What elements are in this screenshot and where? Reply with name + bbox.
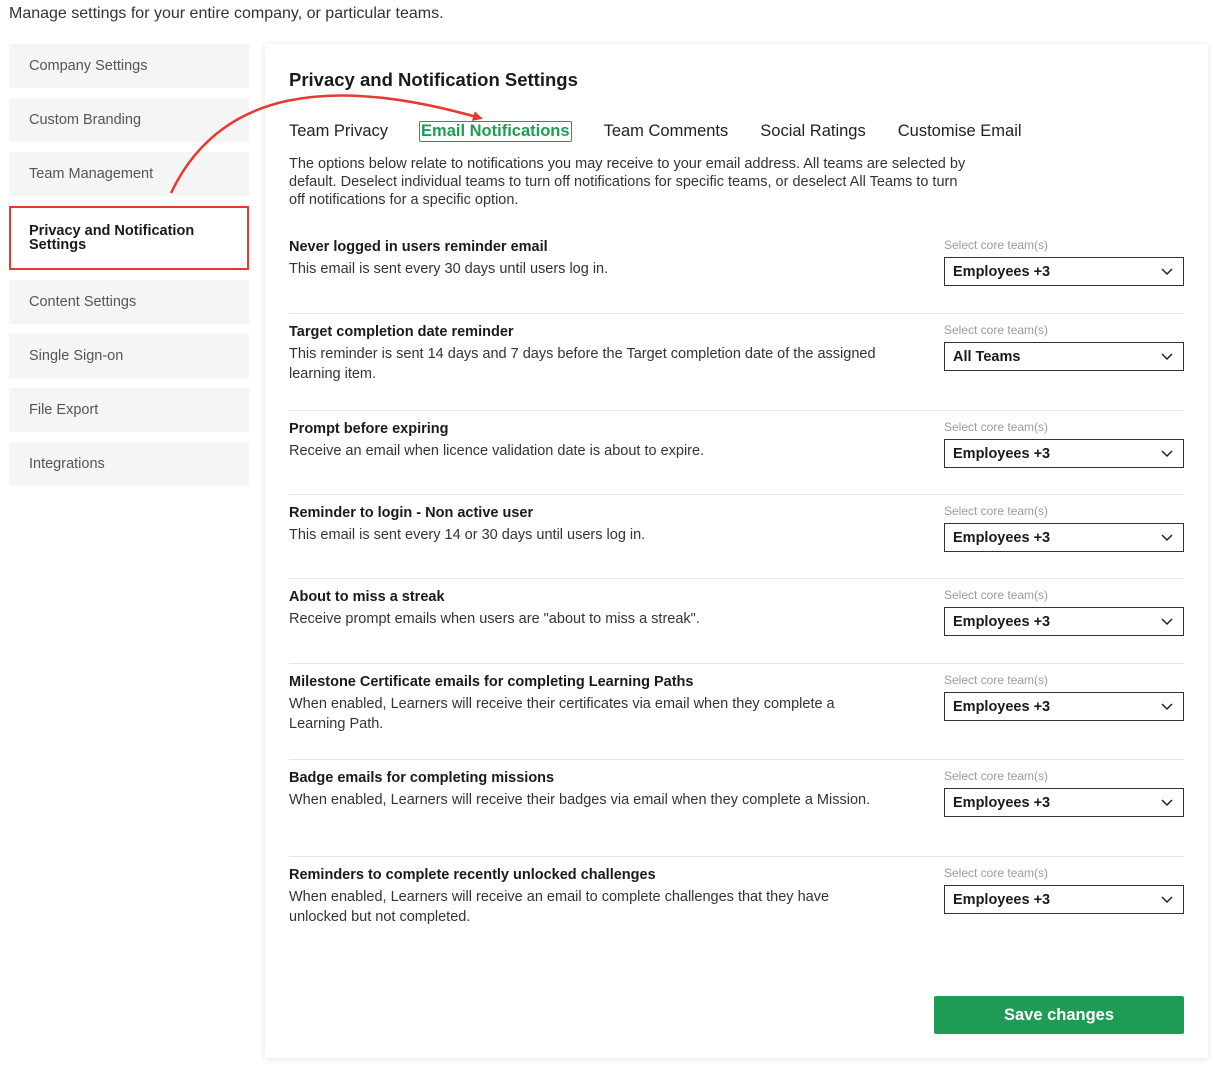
notification-row: Reminder to login - Non active user This… [289,495,1184,579]
notification-row: Never logged in users reminder email Thi… [289,229,1184,314]
settings-tabs: Team Privacy Email Notifications Team Co… [289,121,1054,142]
team-select-value: Employees +3 [953,698,1051,715]
chevron-down-icon [1161,533,1175,543]
chevron-down-icon [1161,702,1175,712]
notification-row: Prompt before expiring Receive an email … [289,411,1184,495]
chevron-down-icon [1161,895,1175,905]
team-select[interactable]: Employees +3 [944,257,1184,286]
select-label: Select core team(s) [944,673,1049,687]
select-label: Select core team(s) [944,420,1049,434]
notification-row: Reminders to complete recently unlocked … [289,857,1184,947]
team-select-value: Employees +3 [953,613,1051,630]
chevron-down-icon [1161,449,1175,459]
select-label: Select core team(s) [944,769,1049,783]
notification-description: When enabled, Learners will receive thei… [289,696,835,732]
notification-row: About to miss a streak Receive prompt em… [289,579,1184,664]
team-select-value: All Teams [953,348,1021,365]
select-label: Select core team(s) [944,504,1049,518]
select-label: Select core team(s) [944,866,1049,880]
team-select[interactable]: All Teams [944,342,1184,371]
notification-row: Badge emails for completing missions Whe… [289,760,1184,857]
sidebar-item-custom-branding[interactable]: Custom Branding [9,98,249,142]
chevron-down-icon [1161,798,1175,808]
team-select-value: Employees +3 [953,529,1051,546]
tab-email-notifications[interactable]: Email Notifications [419,121,572,142]
team-select[interactable]: Employees +3 [944,788,1184,817]
tab-customise-email[interactable]: Customise Email [898,122,1022,142]
select-label: Select core team(s) [944,238,1049,252]
sidebar-item-file-export[interactable]: File Export [9,388,249,432]
notification-description: This email is sent every 30 days until u… [289,261,609,277]
chevron-down-icon [1161,352,1175,362]
notification-title: Prompt before expiring [289,421,449,437]
team-select[interactable]: Employees +3 [944,523,1184,552]
team-select-value: Employees +3 [953,891,1051,908]
notification-title: Never logged in users reminder email [289,239,548,255]
settings-sidebar: Company Settings Custom Branding Team Ma… [9,44,249,496]
notification-row: Target completion date reminder This rem… [289,314,1184,411]
sidebar-item-team-management[interactable]: Team Management [9,152,249,196]
notification-title: About to miss a streak [289,589,445,605]
tab-team-privacy[interactable]: Team Privacy [289,122,388,142]
notification-description: Receive an email when licence validation… [289,443,705,459]
notification-description: Receive prompt emails when users are "ab… [289,611,700,627]
notification-title: Reminder to login - Non active user [289,505,534,521]
notification-title: Milestone Certificate emails for complet… [289,674,694,690]
team-select-value: Employees +3 [953,445,1051,462]
notification-title: Reminders to complete recently unlocked … [289,867,656,883]
team-select-value: Employees +3 [953,794,1051,811]
page-intro: Manage settings for your entire company,… [9,5,444,22]
sidebar-item-single-sign-on[interactable]: Single Sign-on [9,334,249,378]
select-label: Select core team(s) [944,323,1049,337]
tab-team-comments[interactable]: Team Comments [604,122,729,142]
team-select-value: Employees +3 [953,263,1051,280]
chevron-down-icon [1161,617,1175,627]
tab-social-ratings[interactable]: Social Ratings [760,122,865,142]
email-notifications-description: The options below relate to notification… [289,156,966,208]
sidebar-item-privacy-notification[interactable]: Privacy and Notification Settings [9,206,249,270]
sidebar-item-integrations[interactable]: Integrations [9,442,249,486]
notification-list: Never logged in users reminder email Thi… [289,229,1184,947]
panel-title: Privacy and Notification Settings [289,69,578,90]
chevron-down-icon [1161,267,1175,277]
notification-title: Target completion date reminder [289,324,514,340]
notification-title: Badge emails for completing missions [289,770,555,786]
sidebar-item-company-settings[interactable]: Company Settings [9,44,249,88]
notification-description: When enabled, Learners will receive thei… [289,792,871,808]
notification-row: Milestone Certificate emails for complet… [289,664,1184,760]
notification-description: When enabled, Learners will receive an e… [289,889,830,925]
save-changes-button[interactable]: Save changes [934,996,1184,1034]
notification-description: This reminder is sent 14 days and 7 days… [289,346,876,382]
notification-description: This email is sent every 14 or 30 days u… [289,527,646,543]
select-label: Select core team(s) [944,588,1049,602]
team-select[interactable]: Employees +3 [944,692,1184,721]
team-select[interactable]: Employees +3 [944,439,1184,468]
team-select[interactable]: Employees +3 [944,607,1184,636]
team-select[interactable]: Employees +3 [944,885,1184,914]
sidebar-item-content-settings[interactable]: Content Settings [9,280,249,324]
settings-panel: Privacy and Notification Settings Team P… [265,44,1208,1058]
